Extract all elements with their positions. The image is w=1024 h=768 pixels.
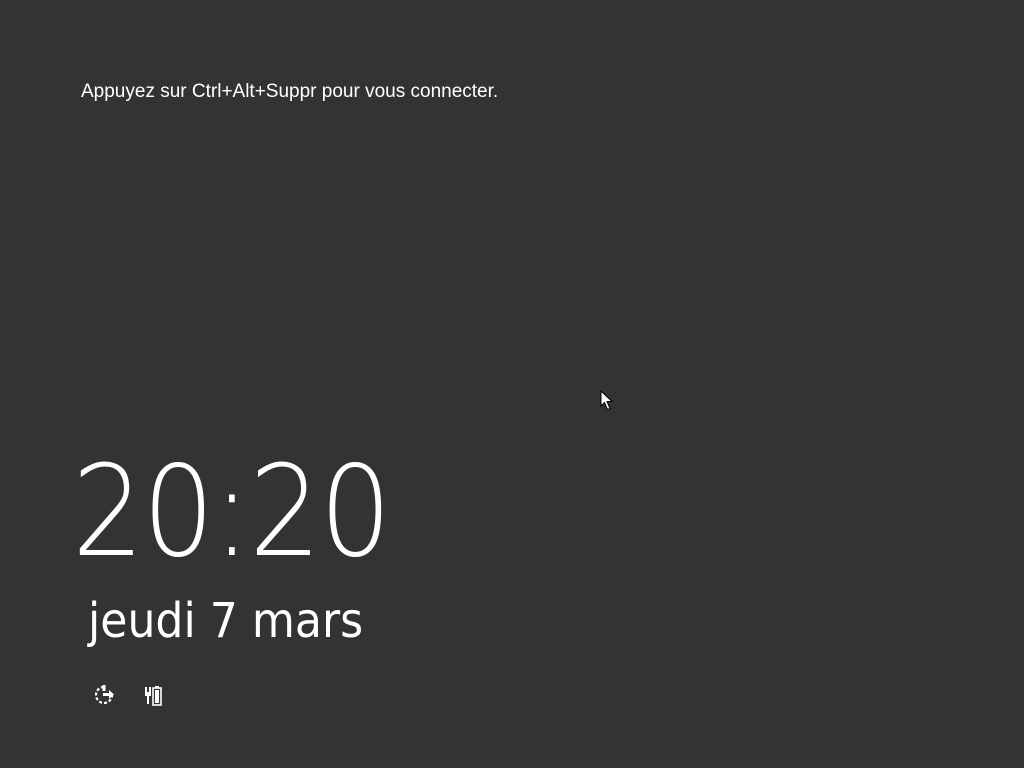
battery-charging-icon xyxy=(145,686,162,706)
sign-in-hint: Appuyez sur Ctrl+Alt+Suppr pour vous con… xyxy=(81,81,499,102)
ease-of-access-icon[interactable] xyxy=(90,681,118,709)
clock-time: 20:20 xyxy=(72,438,392,585)
lock-screen[interactable]: Appuyez sur Ctrl+Alt+Suppr pour vous con… xyxy=(0,0,1024,768)
status-icons xyxy=(90,681,170,709)
mouse-cursor-icon xyxy=(600,390,614,411)
clock-date: jeudi 7 mars xyxy=(88,593,364,649)
